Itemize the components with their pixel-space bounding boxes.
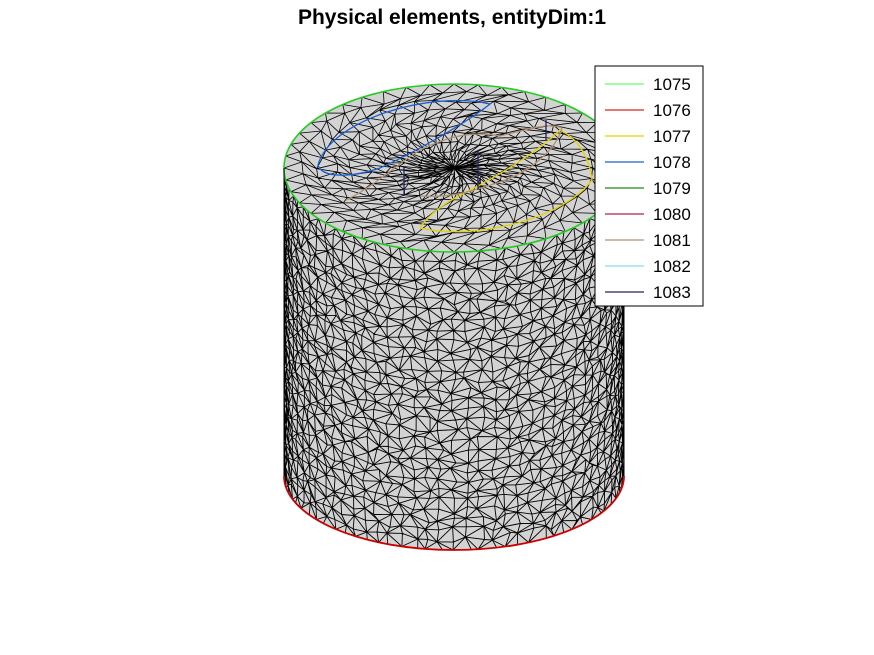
legend-label: 1080 bbox=[653, 205, 691, 224]
legend-label: 1083 bbox=[653, 283, 691, 302]
plot-title: Physical elements, entityDim:1 bbox=[298, 6, 606, 29]
legend-label: 1075 bbox=[653, 75, 691, 94]
cylinder-mesh bbox=[283, 83, 625, 551]
legend-label: 1082 bbox=[653, 257, 691, 276]
legend-label: 1078 bbox=[653, 153, 691, 172]
legend-label: 1081 bbox=[653, 231, 691, 250]
legend-label: 1076 bbox=[653, 101, 691, 120]
legend-label: 1079 bbox=[653, 179, 691, 198]
figure: Physical elements, entityDim:1 107510761… bbox=[283, 6, 704, 551]
legend-label: 1077 bbox=[653, 127, 691, 146]
legend: 1075 1076 1077 1078 1079 1080 1081 1082 1083 bbox=[594, 65, 704, 307]
